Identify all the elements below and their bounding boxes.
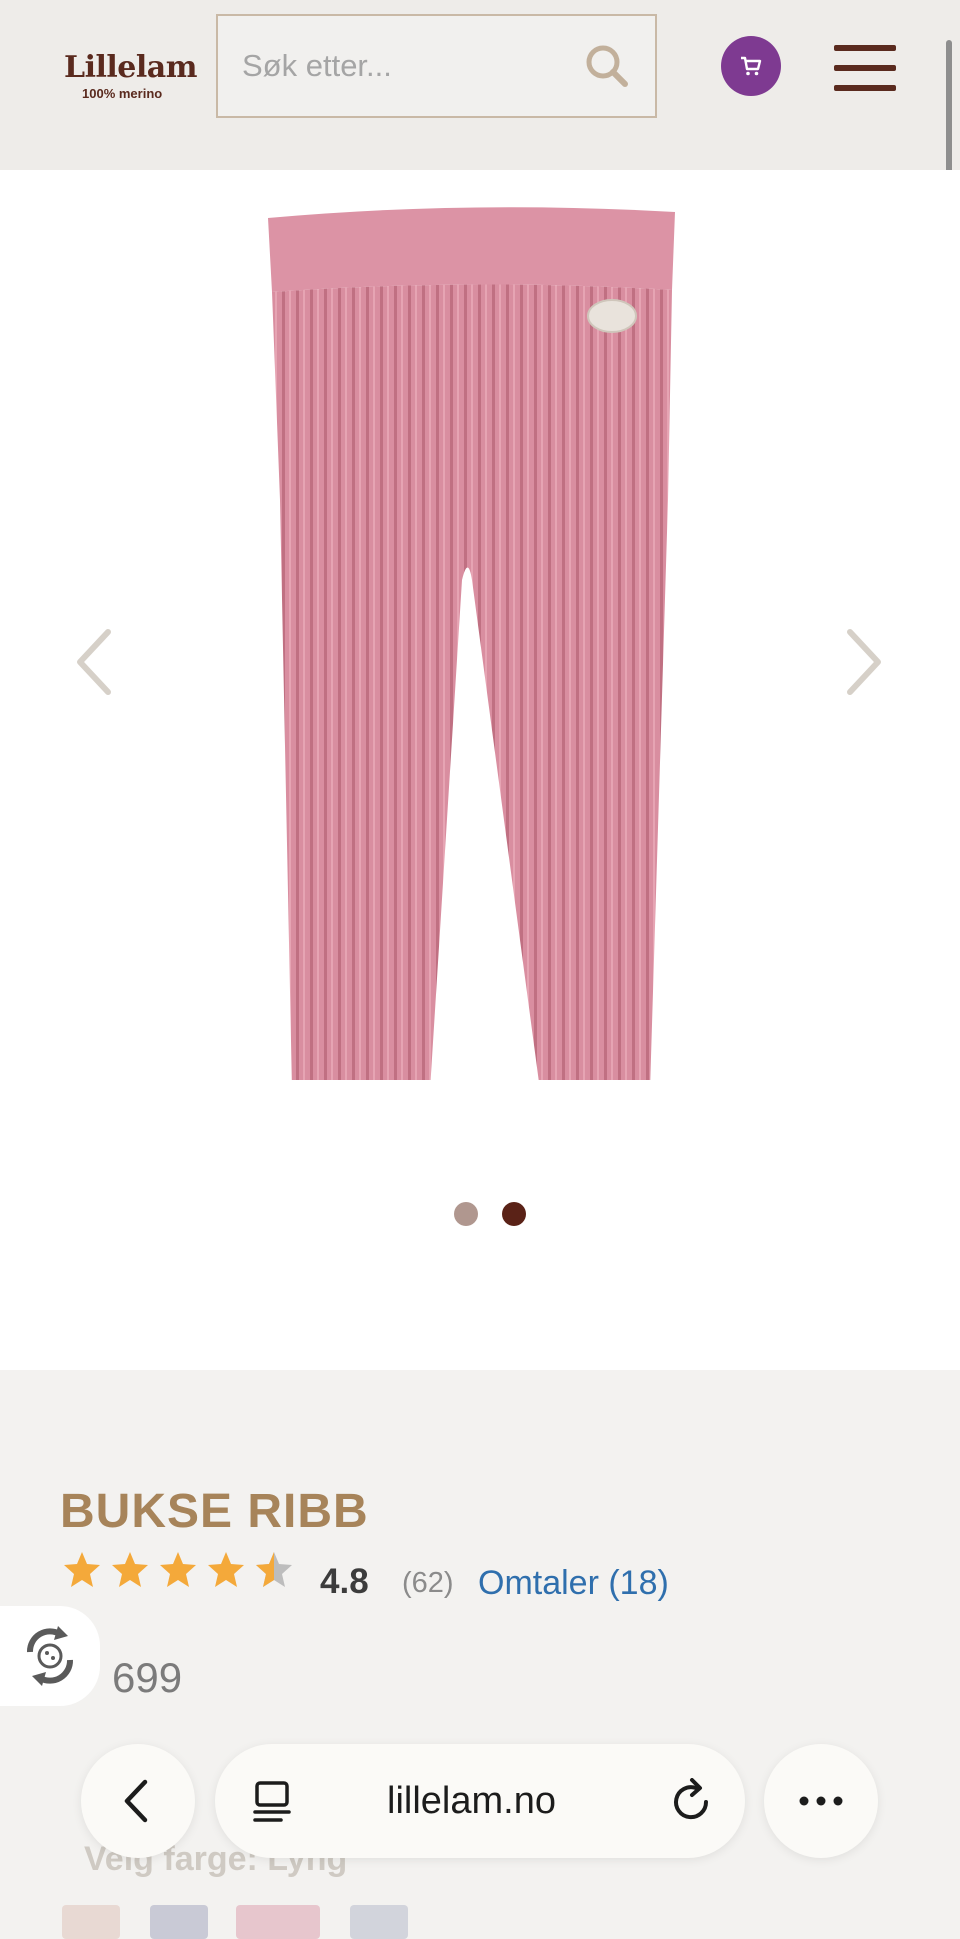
search-box	[216, 14, 657, 118]
cookie-settings-icon	[27, 1626, 73, 1686]
logo-tagline: 100% merino	[82, 86, 163, 101]
site-logo[interactable]: Lillelam 100% merino	[64, 50, 197, 110]
back-icon	[124, 1779, 148, 1823]
chevron-right-icon	[847, 629, 881, 695]
chevron-left-icon	[77, 629, 111, 695]
star-icon	[64, 1552, 100, 1587]
cookie-settings-button[interactable]	[0, 1606, 100, 1706]
gallery-dot-2-active[interactable]	[502, 1202, 526, 1226]
color-swatch[interactable]	[350, 1905, 408, 1939]
product-price: 699	[112, 1654, 183, 1701]
reviews-link[interactable]: Omtaler (18)	[478, 1564, 669, 1603]
color-swatch[interactable]	[62, 1905, 120, 1939]
gallery-dot-1[interactable]	[454, 1202, 478, 1226]
product-gallery	[0, 170, 960, 1370]
reload-icon[interactable]	[670, 1778, 714, 1824]
star-half-icon	[256, 1552, 292, 1587]
cart-icon	[741, 56, 762, 76]
star-icon	[112, 1552, 148, 1587]
pants-illustration	[268, 207, 675, 1090]
tabs-icon	[253, 1781, 291, 1822]
menu-button[interactable]	[834, 45, 896, 91]
logo-wordmark: Lillelam	[64, 50, 197, 85]
browser-url: lillelam.no	[387, 1780, 556, 1822]
more-icon	[799, 1796, 843, 1806]
search-button[interactable]	[581, 40, 633, 92]
rating-count: (62)	[402, 1567, 454, 1599]
gallery-next-button[interactable]	[838, 622, 888, 702]
search-input[interactable]	[218, 16, 578, 116]
star-icon	[160, 1552, 196, 1587]
search-icon	[586, 45, 628, 87]
star-icon	[208, 1552, 244, 1587]
gallery-pagination	[454, 1202, 534, 1228]
product-title: BUKSE RIBB	[60, 1485, 369, 1538]
color-swatch[interactable]	[150, 1905, 208, 1939]
gallery-prev-button[interactable]	[70, 622, 120, 702]
browser-back-button[interactable]	[81, 1744, 195, 1858]
browser-address-bar[interactable]: lillelam.no	[215, 1744, 745, 1858]
site-header: Lillelam 100% merino	[0, 0, 960, 170]
browser-toolbar: lillelam.no	[0, 1738, 960, 1868]
browser-more-button[interactable]	[764, 1744, 878, 1858]
color-swatch-selected[interactable]	[236, 1905, 320, 1939]
rating-value: 4.8	[320, 1562, 369, 1601]
cart-button[interactable]	[721, 36, 781, 96]
product-image[interactable]	[240, 200, 700, 1090]
